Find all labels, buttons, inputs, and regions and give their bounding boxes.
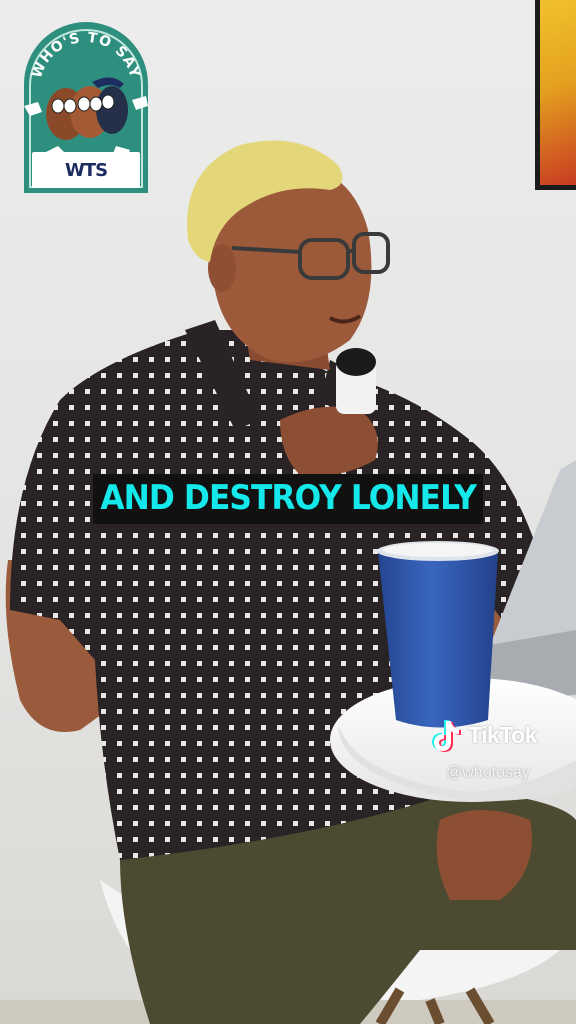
tiktok-brand: TikTok [468, 722, 538, 748]
video-caption: AND DESTROY LONELY [0, 474, 576, 524]
caption-text: AND DESTROY LONELY [92, 474, 484, 524]
tiktok-note-icon [432, 720, 461, 752]
logo-badge-text: WTS [64, 160, 108, 181]
hand [280, 406, 378, 476]
tiktok-watermark: TikTok @whotosay [428, 716, 568, 786]
tiktok-handle: @whotosay [446, 764, 530, 781]
video-frame: WHO'S TO SAY WTS AND DESTROY LONELY TikT… [0, 0, 576, 1024]
blue-cup [378, 552, 498, 728]
whos-to-say-logo: WHO'S TO SAY WTS [24, 22, 148, 193]
